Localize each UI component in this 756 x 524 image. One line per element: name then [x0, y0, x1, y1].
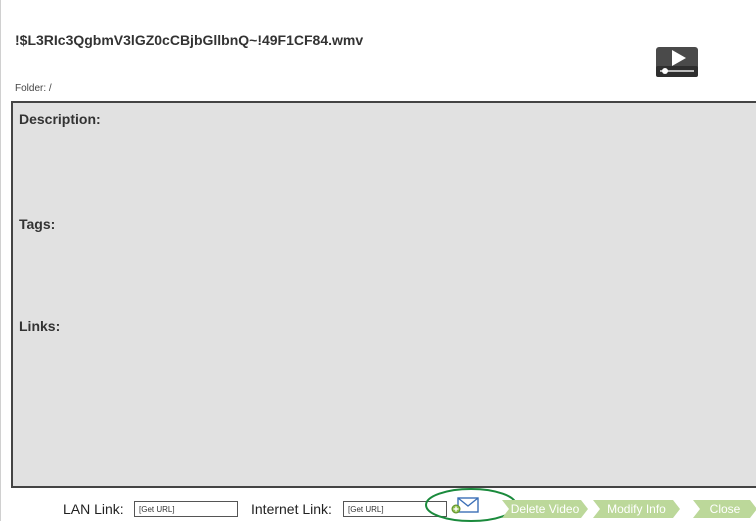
close-button[interactable]: Close — [693, 500, 756, 518]
links-label: Links: — [19, 318, 61, 334]
lan-link-field[interactable]: [Get URL] — [134, 501, 238, 517]
tags-label: Tags: — [19, 216, 56, 232]
delete-video-button[interactable]: Delete Video — [502, 500, 588, 518]
internet-link-field[interactable]: [Get URL] — [343, 501, 447, 517]
description-label: Description: — [19, 111, 101, 127]
info-panel: Description: Tags: Links: — [11, 101, 756, 488]
video-details-window: !$L3RIc3QgbmV3lGZ0cCBjbGllbnQ~!49F1CF84.… — [0, 0, 756, 522]
modify-info-button[interactable]: Modify Info — [593, 500, 680, 518]
internet-link-label: Internet Link: — [251, 501, 332, 517]
folder-value: / — [48, 83, 52, 94]
email-icon[interactable] — [448, 496, 482, 516]
footer-bar: LAN Link: [Get URL] Internet Link: [Get … — [1, 488, 756, 522]
video-play-icon — [656, 47, 698, 77]
file-title: !$L3RIc3QgbmV3lGZ0cCBjbGllbnQ~!49F1CF84.… — [15, 32, 364, 48]
folder-path: Folder: / — [15, 83, 52, 94]
folder-label: Folder: — [15, 83, 47, 94]
header: !$L3RIc3QgbmV3lGZ0cCBjbGllbnQ~!49F1CF84.… — [1, 0, 756, 100]
lan-link-label: LAN Link: — [63, 501, 124, 517]
